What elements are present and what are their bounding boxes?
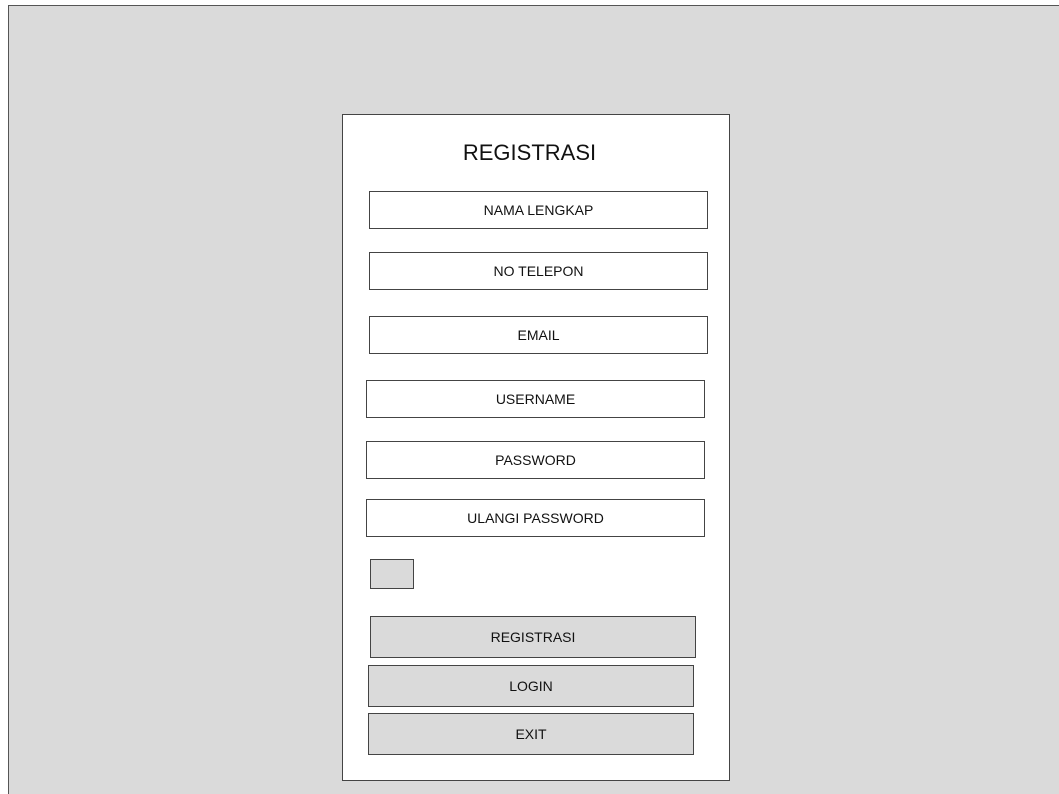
checkbox[interactable] [370,559,414,589]
email-field[interactable]: EMAIL [369,316,708,354]
exit-button[interactable]: EXIT [368,713,694,755]
register-button[interactable]: REGISTRASI [370,616,696,658]
password-field[interactable]: PASSWORD [366,441,705,479]
confirm-password-field[interactable]: ULANGI PASSWORD [366,499,705,537]
username-field[interactable]: USERNAME [366,380,705,418]
phone-field[interactable]: NO TELEPON [369,252,708,290]
page-title: REGISTRASI [462,140,597,165]
login-button[interactable]: LOGIN [368,665,694,707]
full-name-field[interactable]: NAMA LENGKAP [369,191,708,229]
